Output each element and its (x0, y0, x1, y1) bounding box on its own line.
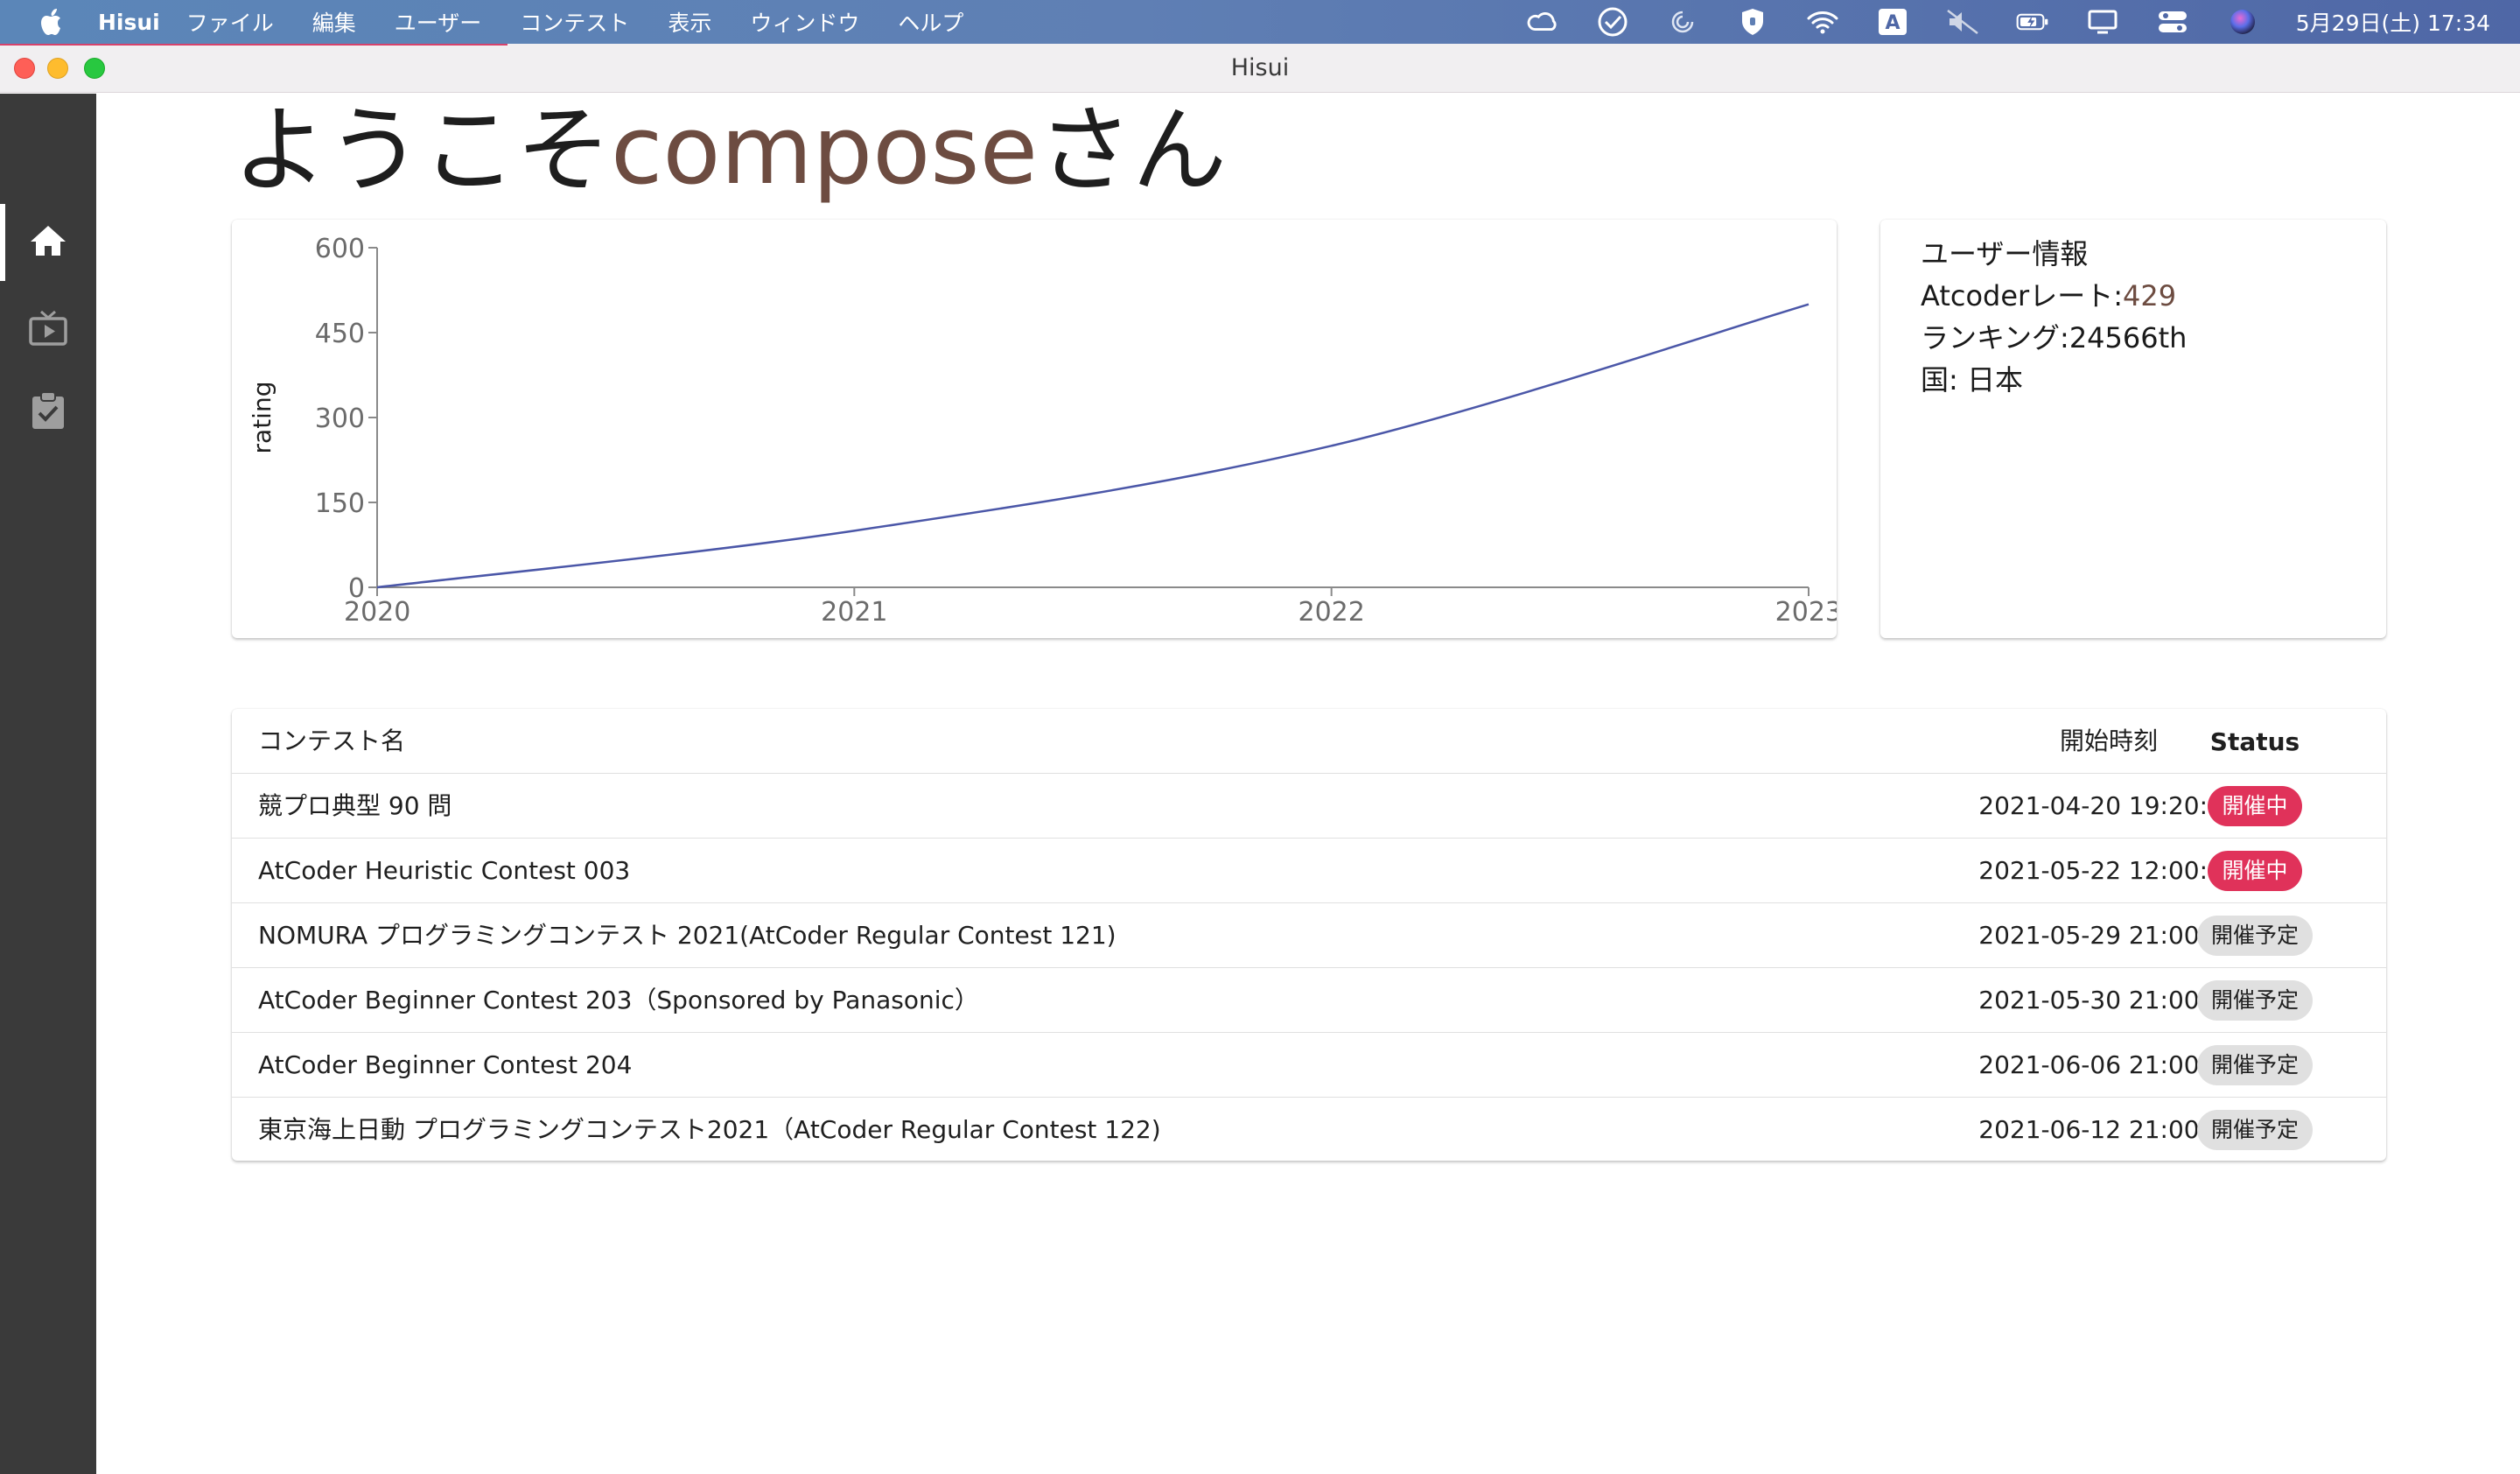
contest-name: AtCoder Beginner Contest 204 (258, 1050, 633, 1079)
menu-help[interactable]: ヘルプ (898, 6, 963, 38)
contest-name: 東京海上日動 プログラミングコンテスト2021（AtCoder Regular … (258, 1115, 1161, 1144)
apple-icon[interactable] (35, 8, 70, 36)
contest-status: 開催中 (2148, 839, 2362, 903)
welcome-username: compose (611, 96, 1039, 206)
table-row[interactable]: AtCoder Beginner Contest 203（Sponsored b… (232, 968, 2386, 1033)
y-tick-label: 150 (315, 488, 365, 519)
y-tick-label: 600 (315, 234, 365, 264)
menu-view[interactable]: 表示 (668, 6, 711, 38)
atcoder-rate: Atcoderレート:429 (1921, 274, 2176, 314)
ranking: ランキング:24566th (1921, 321, 2188, 354)
table-row[interactable]: AtCoder Beginner Contest 204 2021-06-06 … (232, 1033, 2386, 1098)
x-tick-label: 2023 (1775, 597, 1837, 628)
header-status-label: Status (2209, 726, 2300, 756)
menu-bar: Hisui ファイル 編集 ユーザー コンテスト 表示 ウィンドウ ヘルプ A (0, 0, 2520, 44)
status-badge: 開催予定 (2196, 1045, 2313, 1085)
menu-file[interactable]: ファイル (186, 6, 274, 38)
contest-status: 開催予定 (2148, 903, 2362, 968)
y-tick-label: 450 (315, 319, 365, 349)
sidebar (0, 94, 96, 1474)
x-tick-label: 2020 (344, 597, 410, 628)
welcome-heading: ようこそcomposeさん (233, 95, 1227, 208)
status-badge: 開催予定 (2196, 980, 2313, 1021)
menu-window[interactable]: ウィンドウ (750, 6, 859, 38)
contest-status: 開催中 (2148, 774, 2362, 839)
rate-label: Atcoderレート: (1921, 279, 2123, 312)
menu-user[interactable]: ユーザー (395, 6, 482, 38)
sidebar-item-home[interactable] (0, 200, 96, 284)
app-menu[interactable]: Hisui (98, 10, 160, 35)
contest-table: コンテスト名 開始時刻 Status 競プロ典型 90 問 2021-04-20… (232, 709, 2386, 1161)
sidebar-item-live[interactable] (0, 288, 96, 372)
user-info-card: ユーザー情報 Atcoderレート:429 ランキング:24566th 国: 日… (1880, 220, 2386, 638)
window-titlebar: Hisui (0, 44, 2520, 93)
contest-status: 開催予定 (2148, 1033, 2362, 1098)
window-title: Hisui (1230, 54, 1290, 81)
menu-edit[interactable]: 編集 (312, 6, 356, 38)
table-row[interactable]: 競プロ典型 90 問 2021-04-20 19:20:00 開催中 (232, 774, 2386, 839)
welcome-suffix: さん (1038, 96, 1228, 206)
rating-chart: 01503004506002020 2021 2022 2023rating (248, 234, 1842, 628)
shield-icon[interactable] (1736, 9, 1769, 35)
header-status[interactable]: Status (2148, 709, 2362, 774)
status-badge: 開催予定 (2196, 1110, 2313, 1150)
welcome-prefix: ようこそ (233, 96, 612, 206)
control-center-icon[interactable] (2156, 9, 2189, 35)
status-badge: 開催予定 (2196, 916, 2313, 956)
table-row[interactable]: 東京海上日動 プログラミングコンテスト2021（AtCoder Regular … (232, 1098, 2386, 1162)
x-tick-label: 2021 (821, 597, 887, 628)
creative-cloud-icon[interactable] (1526, 9, 1559, 35)
contest-name: AtCoder Heuristic Contest 003 (258, 856, 631, 885)
country: 国: 日本 (1921, 363, 2023, 397)
home-icon (29, 223, 67, 262)
clipboard-check-icon (30, 390, 66, 434)
swirl-icon[interactable] (1666, 9, 1699, 35)
table-row[interactable]: NOMURA プログラミングコンテスト 2021(AtCoder Regular… (232, 903, 2386, 968)
contest-name: NOMURA プログラミングコンテスト 2021(AtCoder Regular… (258, 921, 1116, 950)
input-method-label: A (1885, 12, 1900, 34)
mute-icon[interactable] (1946, 9, 1979, 35)
rating-chart-card: 0 150 300 450 600 2020 2021 2022 2023 rating (232, 220, 1842, 638)
display-icon[interactable] (2086, 9, 2119, 35)
rate-value: 429 (2123, 279, 2177, 312)
y-tick-label: 300 (315, 404, 365, 434)
y-axis-label: rating (248, 382, 276, 454)
contest-name: AtCoder Beginner Contest 203（Sponsored b… (258, 986, 979, 1014)
table-row[interactable]: AtCoder Heuristic Contest 003 2021-05-22… (232, 839, 2386, 903)
tv-icon (28, 310, 68, 350)
check-circle-icon[interactable] (1596, 7, 1629, 37)
header-contest-name[interactable]: コンテスト名 (258, 709, 405, 774)
input-method-icon[interactable]: A (1876, 9, 1909, 35)
menubar-clock[interactable]: 5月29日(土) 17:34 (2296, 6, 2490, 38)
menu-contest[interactable]: コンテスト (520, 6, 629, 38)
contest-status: 開催予定 (2148, 1098, 2362, 1162)
sidebar-item-tasks[interactable] (0, 370, 96, 454)
status-badge: 開催中 (2208, 851, 2302, 891)
siri-icon[interactable] (2226, 9, 2259, 35)
series-line-0 (376, 303, 1810, 589)
table-header-row: コンテスト名 開始時刻 Status (232, 709, 2386, 774)
user-info-heading: ユーザー情報 (1921, 237, 2089, 270)
titlebar-accent (0, 44, 508, 46)
contest-status: 開催予定 (2148, 968, 2362, 1033)
wifi-icon[interactable] (1806, 9, 1839, 35)
x-tick-label: 2022 (1298, 597, 1364, 628)
contest-name: 競プロ典型 90 問 (258, 791, 452, 820)
status-badge: 開催中 (2208, 786, 2302, 826)
battery-icon[interactable] (2016, 9, 2049, 35)
